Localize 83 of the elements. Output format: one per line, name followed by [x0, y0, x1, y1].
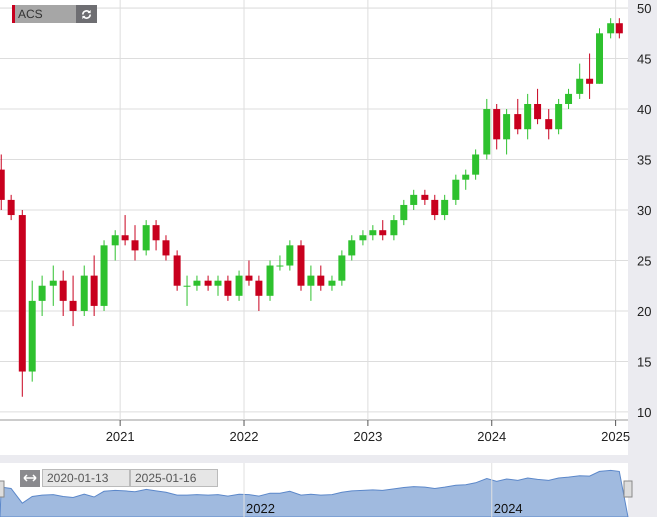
- end-date-field[interactable]: 2025-01-16: [130, 469, 218, 487]
- candlestick: [8, 194, 15, 221]
- y-axis-label: 25: [637, 253, 652, 268]
- candlestick: [441, 194, 448, 221]
- y-axis-label: 40: [637, 102, 652, 118]
- candlestick: [236, 270, 243, 302]
- candlestick: [152, 220, 160, 251]
- candlestick: [328, 275, 336, 292]
- candlestick: [565, 88, 572, 110]
- start-date-field[interactable]: 2020-01-13: [42, 469, 130, 487]
- candlestick: [503, 108, 510, 155]
- y-axis-label: 45: [637, 52, 652, 67]
- refresh-button[interactable]: [76, 5, 97, 23]
- candlestick: [50, 265, 57, 306]
- candlestick: [184, 275, 191, 306]
- candlestick: [70, 275, 77, 327]
- candlestick: [472, 148, 480, 180]
- y-axis-label: 50: [637, 1, 652, 16]
- candlestick: [266, 260, 274, 302]
- candlestick: [307, 265, 314, 302]
- y-axis-label: 15: [637, 354, 652, 370]
- candlestick: [142, 220, 150, 256]
- candlestick: [534, 88, 542, 125]
- candlestick: [317, 265, 324, 292]
- candlestick: [462, 169, 470, 190]
- candlestick: [174, 250, 181, 292]
- candlestick: [421, 189, 428, 206]
- candlestick: [452, 174, 460, 206]
- candlestick: [224, 275, 232, 302]
- candlestick: [38, 275, 46, 316]
- navigator-side-panel: [628, 463, 657, 517]
- refresh-icon: [81, 8, 92, 20]
- candlestick: [483, 98, 490, 160]
- candlestick: [298, 240, 304, 292]
- y-axis-label: 10: [637, 404, 652, 420]
- candlestick: [576, 63, 584, 100]
- left-range-handle[interactable]: [0, 480, 4, 498]
- candlestick: [132, 224, 139, 261]
- candlestick: [514, 98, 522, 135]
- ticker-field[interactable]: ACS: [12, 5, 76, 23]
- y-axis-label: 20: [637, 304, 652, 319]
- candlestick: [90, 254, 98, 316]
- candlestick: [286, 240, 294, 272]
- x-axis-label: 2025: [601, 429, 630, 444]
- candlestick: [596, 28, 603, 84]
- candlestick: [60, 270, 67, 316]
- navigator-axis-label: 2024: [494, 501, 523, 516]
- candlestick: [545, 108, 552, 140]
- candlestick: [112, 230, 119, 261]
- candlestick: [162, 234, 170, 261]
- candlestick: [276, 254, 284, 272]
- candlestick: [369, 224, 376, 241]
- candlestick: [410, 189, 418, 210]
- right-range-handle[interactable]: [624, 480, 632, 498]
- candlestick: [348, 234, 356, 261]
- candlestick: [100, 240, 108, 312]
- candlestick: [193, 275, 200, 292]
- candlestick: [493, 104, 500, 150]
- y-axis-label: 30: [637, 203, 652, 218]
- candlestick: [80, 265, 88, 316]
- candlestick: [586, 53, 594, 100]
- range-icon[interactable]: [20, 470, 40, 486]
- candlestick: [431, 194, 438, 221]
- candlestick: [122, 214, 129, 246]
- candlestick: [379, 220, 386, 241]
- x-axis-label: 2022: [230, 429, 258, 444]
- double-arrow-icon: [23, 474, 37, 482]
- y-axis-label: 35: [637, 152, 652, 168]
- candlestick: [245, 260, 252, 286]
- candlestick: [214, 275, 222, 296]
- candlestick: [255, 275, 262, 312]
- candlestick: [390, 214, 398, 241]
- navigator-axis-label: 2022: [246, 501, 275, 516]
- candlestick: [204, 275, 212, 292]
- x-axis-label: 2021: [106, 429, 135, 444]
- candlestick: [359, 230, 366, 246]
- candlestick: [338, 250, 346, 286]
- candlestick: [555, 98, 562, 135]
- x-axis-label: 2024: [477, 429, 506, 444]
- candlestick: [400, 199, 408, 226]
- candlestick: [0, 154, 5, 210]
- x-axis-label: 2023: [353, 429, 382, 444]
- candlestick: [524, 93, 532, 140]
